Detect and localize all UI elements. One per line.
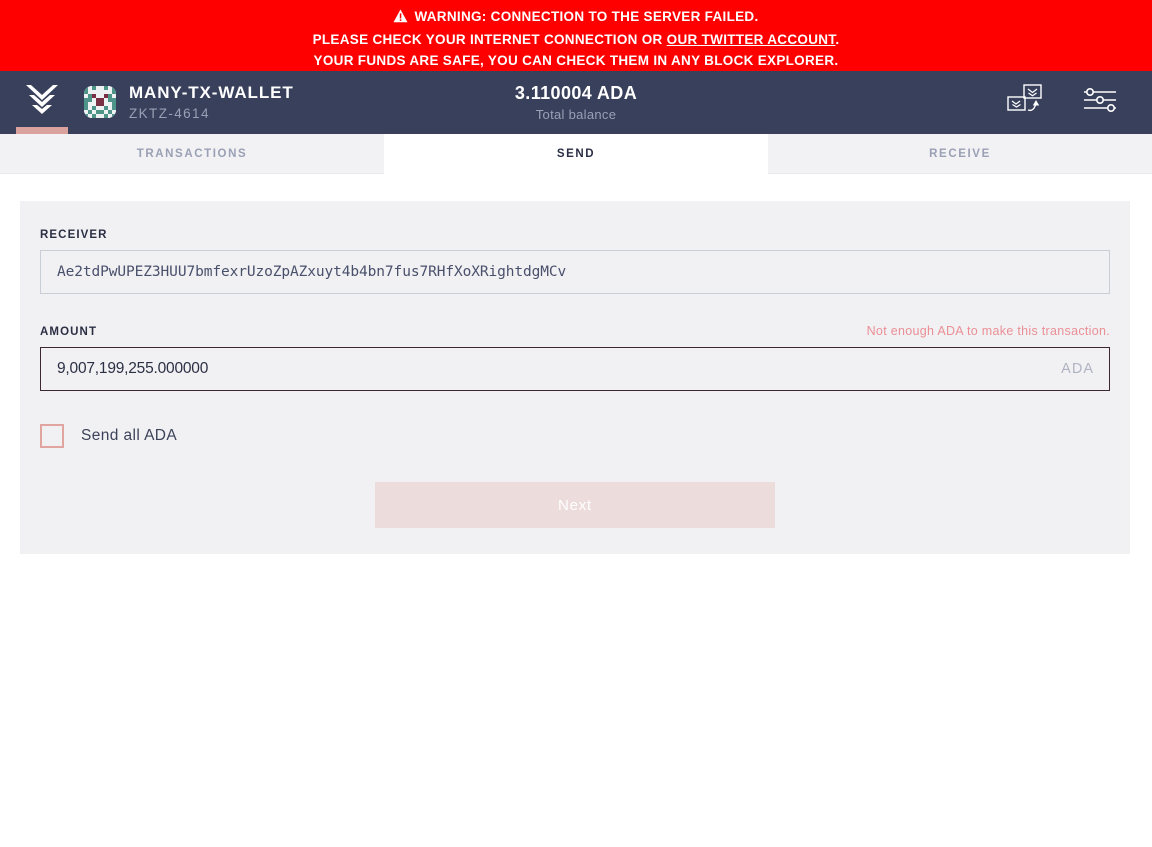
main-content: RECEIVER AMOUNT Not enough ADA to make t… [0, 174, 1152, 818]
send-form-panel: RECEIVER AMOUNT Not enough ADA to make t… [20, 201, 1130, 554]
warning-line-1: WARNING: CONNECTION TO THE SERVER FAILED… [0, 6, 1152, 29]
warning-line-2: PLEASE CHECK YOUR INTERNET CONNECTION OR… [0, 29, 1152, 50]
tab-send[interactable]: SEND [384, 134, 768, 174]
send-all-row: Send all ADA [40, 424, 1110, 448]
topbar-actions [1006, 82, 1152, 123]
sliders-settings-icon[interactable] [1082, 86, 1118, 119]
app-logo-button[interactable] [0, 71, 84, 134]
amount-field-wrapper: ADA [40, 347, 1110, 391]
amount-error-message: Not enough ADA to make this transaction. [866, 324, 1110, 338]
amount-input[interactable] [40, 347, 1110, 391]
tab-receive[interactable]: RECEIVE [768, 134, 1152, 174]
warning-text-2-suffix: . [835, 32, 840, 47]
app-topbar: MANY-TX-WALLET ZKTZ-4614 3.110004 ADA To… [0, 71, 1152, 134]
tab-transactions[interactable]: TRANSACTIONS [0, 134, 384, 174]
receiver-input[interactable] [40, 250, 1110, 294]
amount-label: AMOUNT [40, 326, 98, 338]
wallet-name-block: MANY-TX-WALLET ZKTZ-4614 [129, 83, 294, 122]
server-connection-warning-banner: WARNING: CONNECTION TO THE SERVER FAILED… [0, 0, 1152, 71]
wallet-identicon-avatar [84, 86, 116, 119]
daedalus-chevron-logo-icon [24, 84, 60, 121]
receiver-label-row: RECEIVER [40, 229, 1110, 241]
warning-line-3: YOUR FUNDS ARE SAFE, YOU CAN CHECK THEM … [313, 53, 839, 68]
field-spacer [40, 294, 1110, 324]
wallet-id: ZKTZ-4614 [129, 105, 210, 121]
wallet-transfer-icon[interactable] [1006, 82, 1046, 123]
wallet-name: MANY-TX-WALLET [129, 82, 294, 102]
warning-text-1: WARNING: CONNECTION TO THE SERVER FAILED… [414, 9, 759, 24]
amount-label-row: AMOUNT Not enough ADA to make this trans… [40, 324, 1110, 338]
twitter-account-link[interactable]: OUR TWITTER ACCOUNT [667, 32, 836, 47]
send-all-label: Send all ADA [81, 427, 178, 444]
wallet-summary[interactable]: MANY-TX-WALLET ZKTZ-4614 [84, 83, 294, 122]
wallet-tabs: TRANSACTIONS SEND RECEIVE [0, 134, 1152, 174]
warning-text-2-prefix: PLEASE CHECK YOUR INTERNET CONNECTION OR [312, 32, 667, 47]
active-wallet-indicator [16, 127, 68, 134]
warning-triangle-icon [393, 8, 408, 29]
receiver-label: RECEIVER [40, 229, 108, 241]
next-button-row: Next [40, 482, 1110, 528]
next-button[interactable]: Next [375, 482, 775, 528]
send-all-checkbox[interactable] [40, 424, 64, 448]
